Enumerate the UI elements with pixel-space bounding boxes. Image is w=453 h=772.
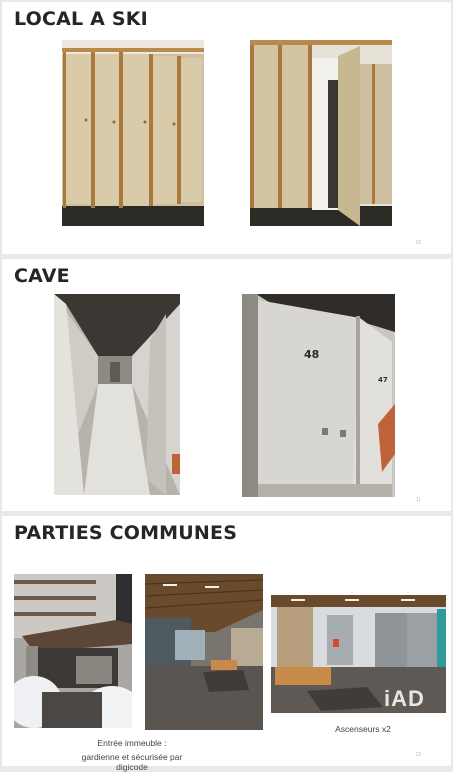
slide-title: LOCAL A SKI bbox=[14, 8, 148, 30]
slide-local-a-ski: LOCAL A SKI 10 bbox=[2, 2, 451, 254]
photo-cave-doors: 48 47 bbox=[242, 294, 395, 497]
caption-entrance-line2: gardienne et sécurisée par digicode bbox=[81, 752, 183, 772]
slide-title: PARTIES COMMUNES bbox=[14, 522, 238, 544]
door-number-47: 47 bbox=[378, 376, 388, 384]
slide-cave: CAVE 48 47 11 bbox=[2, 259, 451, 511]
caption-entrance-line1: Entrée immeuble : bbox=[97, 738, 167, 748]
page-number: 10 bbox=[415, 240, 421, 246]
door-number-48: 48 bbox=[304, 348, 319, 361]
slide-title: CAVE bbox=[14, 265, 70, 287]
photo-building-entrance bbox=[14, 574, 132, 728]
caption-entrance: Entrée immeuble : gardienne et sécurisée… bbox=[72, 738, 192, 772]
photo-lobby-hall bbox=[145, 574, 263, 730]
iad-watermark: iAD bbox=[384, 686, 425, 711]
page-number: 12 bbox=[415, 752, 421, 758]
caption-elevators: Ascenseurs x2 bbox=[335, 724, 391, 734]
photo-cave-corridor bbox=[54, 294, 180, 495]
page-number: 11 bbox=[415, 497, 421, 503]
slide-parties-communes: PARTIES COMMUNES iAD Entrée immeuble: g… bbox=[2, 516, 451, 772]
photo-ski-lockers-closed bbox=[62, 40, 204, 226]
photo-ski-lockers-open bbox=[250, 40, 392, 226]
